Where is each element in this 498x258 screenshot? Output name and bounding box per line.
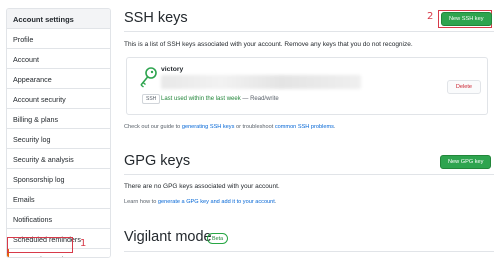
ssh-key-last-used: Last used within the last week — Read/wr…: [161, 96, 279, 102]
ssh-key-title: victory: [161, 66, 184, 73]
guide-suffix: .: [333, 124, 336, 130]
vigilant-section-divider: [124, 251, 494, 252]
ssh-key-item: SSH victory Last used within the last we…: [126, 57, 488, 115]
main-content: SSH keys 2 New SSH key This is a list of…: [124, 0, 496, 258]
access-level: Read/write: [250, 96, 279, 102]
gpg-description: There are no GPG keys associated with yo…: [124, 183, 280, 190]
sidebar-item-security-log[interactable]: Security log: [7, 129, 110, 149]
sidebar-item-notifications[interactable]: Notifications: [7, 209, 110, 229]
sidebar-item-profile[interactable]: Profile: [7, 29, 110, 49]
sidebar-item-account[interactable]: Account: [7, 49, 110, 69]
common-ssh-problems-link[interactable]: common SSH problems: [275, 124, 334, 130]
new-ssh-key-button[interactable]: New SSH key: [441, 12, 492, 26]
annotation-number-1: 1: [80, 238, 87, 249]
ssh-keys-title: SSH keys: [124, 10, 188, 26]
sidebar-item-appearance[interactable]: Appearance: [7, 69, 110, 89]
guide-prefix: Check out our guide to: [124, 124, 182, 130]
learn-suffix: .: [274, 199, 277, 205]
ssh-description: This is a list of SSH keys associated wi…: [124, 41, 413, 48]
ssh-guide-text: Check out our guide to generating SSH ke…: [124, 124, 335, 130]
sidebar-header: Account settings: [7, 9, 110, 29]
sidebar-item-security-analysis[interactable]: Security & analysis: [7, 149, 110, 169]
sidebar-item-account-security[interactable]: Account security: [7, 89, 110, 109]
vigilant-mode-title: Vigilant mode: [124, 229, 212, 245]
ssh-badge: SSH: [142, 94, 161, 104]
settings-sidebar: Account settings Profile Account Appeara…: [6, 8, 111, 258]
sidebar-item-sponsorship-log[interactable]: Sponsorship log: [7, 169, 110, 189]
sidebar-item-emails[interactable]: Emails: [7, 189, 110, 209]
ssh-section-divider: [124, 31, 494, 32]
gpg-section-divider: [124, 174, 494, 175]
generating-ssh-keys-link[interactable]: generating SSH keys: [182, 124, 235, 130]
sidebar-item-billing[interactable]: Billing & plans: [7, 109, 110, 129]
annotation-box-sidebar: [7, 237, 73, 253]
ssh-key-fingerprint-redacted: [161, 75, 361, 89]
guide-middle: or troubleshoot: [234, 124, 275, 130]
new-gpg-key-button[interactable]: New GPG key: [440, 155, 492, 169]
annotation-number-2: 2: [427, 11, 434, 22]
last-used-separator: —: [240, 96, 251, 102]
gpg-keys-title: GPG keys: [124, 153, 191, 169]
last-used-text: Last used within the last week: [161, 96, 241, 102]
learn-prefix: Learn how to: [124, 199, 158, 205]
beta-badge: Beta: [207, 233, 229, 244]
generate-gpg-key-link[interactable]: generate a GPG key and add it to your ac…: [158, 199, 275, 205]
delete-ssh-key-button[interactable]: Delete: [446, 80, 481, 94]
gpg-learn-text: Learn how to generate a GPG key and add …: [124, 199, 276, 205]
